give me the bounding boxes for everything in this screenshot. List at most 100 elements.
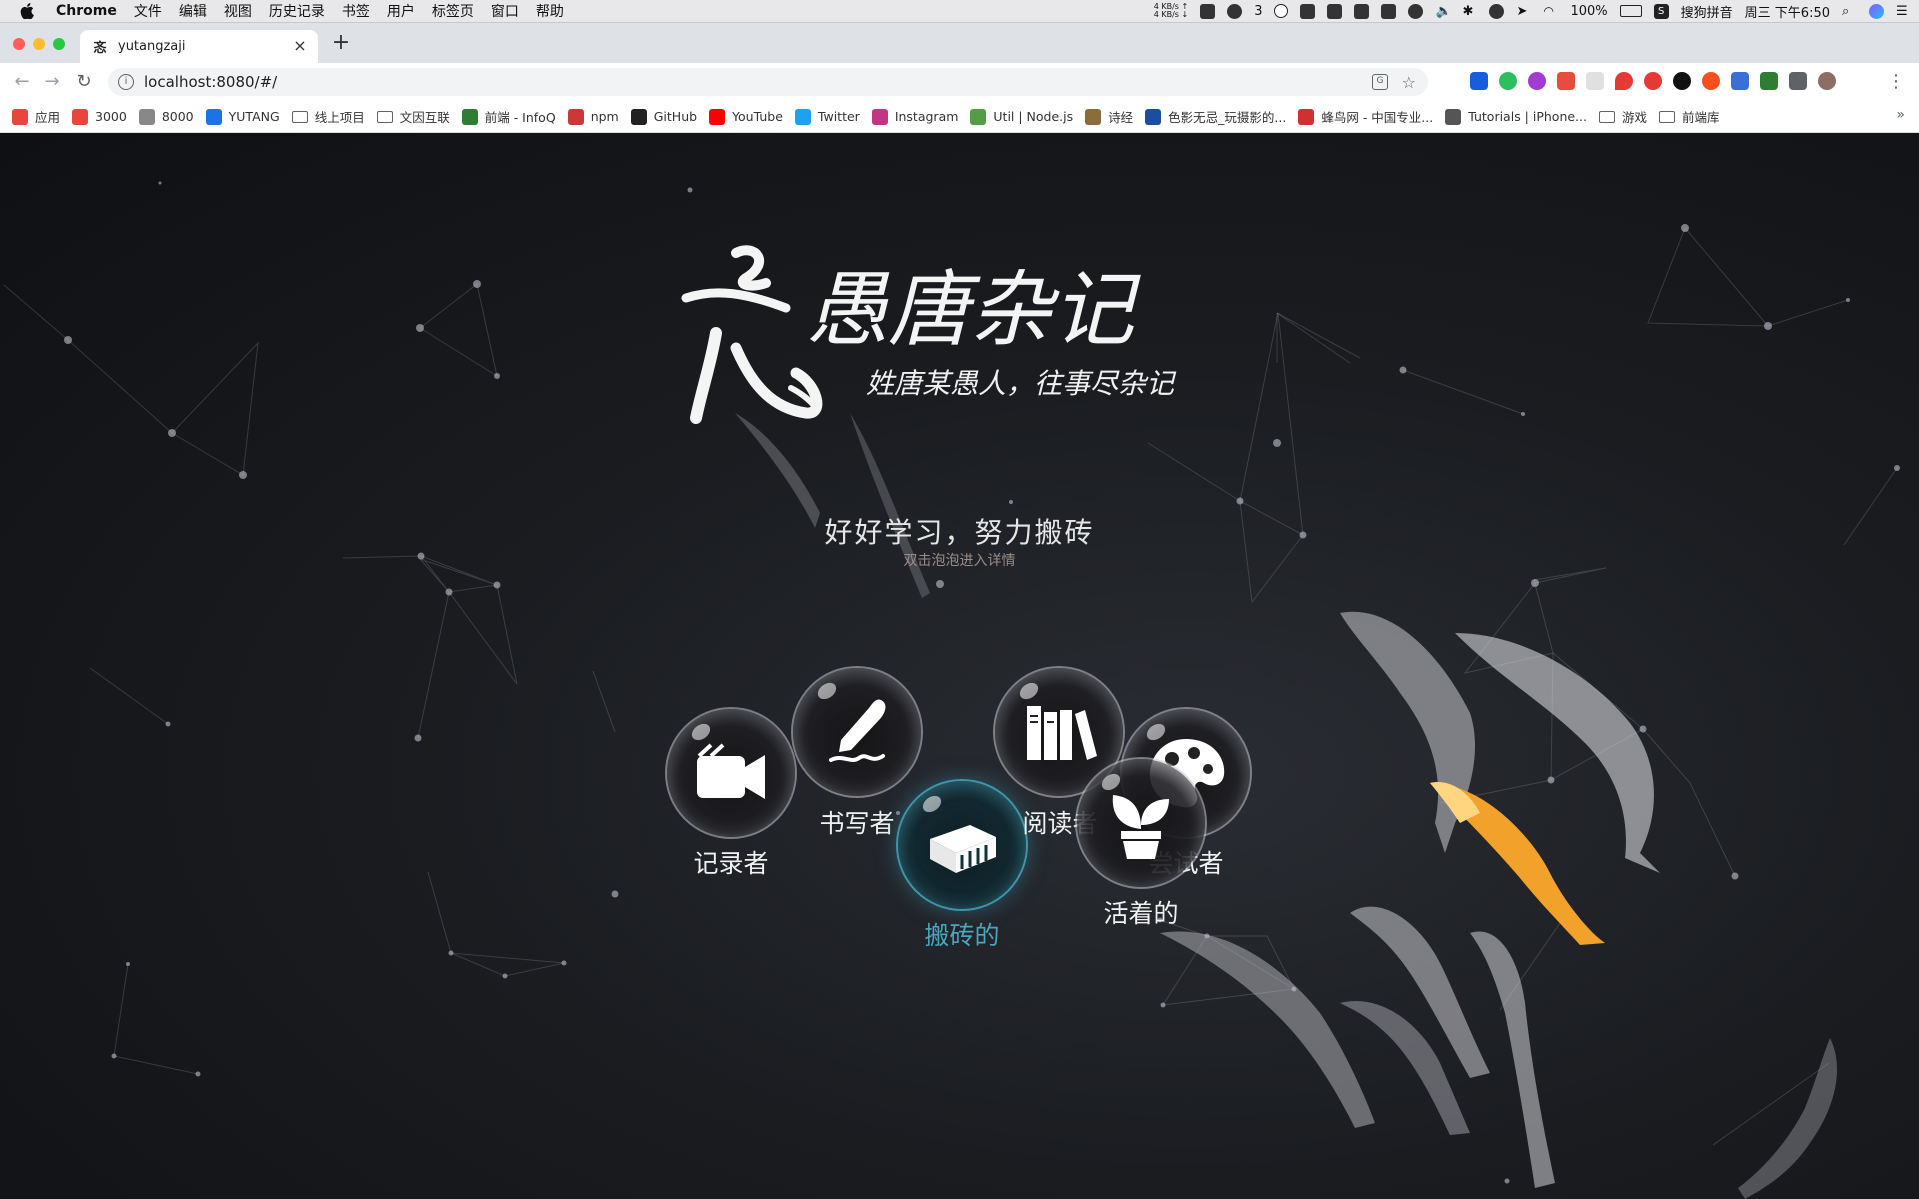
evernote-extension-icon[interactable]	[1499, 72, 1517, 90]
forward-arrow-icon[interactable]: →	[42, 72, 62, 92]
bookmark-item[interactable]: YUTANG	[205, 108, 280, 125]
menu-edit[interactable]: 编辑	[179, 1, 207, 21]
apple-menu-icon[interactable]	[18, 2, 36, 20]
window-extension-icon[interactable]	[1731, 72, 1749, 90]
input-method-label[interactable]: 搜狗拼音	[1681, 2, 1733, 21]
grid-extension-icon[interactable]	[1557, 72, 1575, 90]
macos-menu-bar: Chrome 文件 编辑 视图 历史记录 书签 用户 标签页 窗口 帮助 4 K…	[0, 0, 1919, 23]
chrome-menu-icon[interactable]: ⋮	[1887, 71, 1905, 92]
bluetooth-icon[interactable]: ✱	[1462, 4, 1477, 19]
menu-tabs[interactable]: 标签页	[432, 1, 474, 21]
profile-avatar[interactable]	[1818, 72, 1836, 90]
bookmark-item[interactable]: GitHub	[630, 108, 697, 125]
bitwarden-extension-icon[interactable]	[1470, 72, 1488, 90]
reload-icon[interactable]: ↻	[74, 72, 94, 92]
bookmark-star-icon[interactable]: ☆	[1402, 73, 1416, 92]
menu-window[interactable]: 窗口	[491, 1, 519, 21]
bookmark-item[interactable]: npm	[567, 108, 619, 125]
net-down: 4 KB/s ↓	[1153, 10, 1189, 19]
input-method-icon[interactable]: S	[1653, 3, 1669, 19]
volume-icon[interactable]: 🔈	[1435, 4, 1451, 19]
menu-bookmarks[interactable]: 书签	[342, 1, 370, 21]
nodejs-icon	[970, 108, 987, 125]
tab-yutangzaji[interactable]: 忞 yutangzaji ×	[80, 30, 318, 63]
notification-center-icon[interactable]: ☰	[1896, 4, 1911, 19]
menu-view[interactable]: 视图	[224, 1, 252, 21]
new-tab-button[interactable]: +	[330, 32, 352, 55]
menu-app-name[interactable]: Chrome	[56, 3, 117, 19]
site-logo: 愚唐杂记 姓唐某愚人，往事尽杂记	[676, 233, 1276, 457]
cup-icon[interactable]	[1408, 3, 1424, 19]
infoq-icon	[461, 108, 478, 125]
tray-app-icon[interactable]	[1200, 3, 1216, 19]
bubble-brick[interactable]	[898, 781, 1026, 909]
apps-grid-icon	[12, 108, 28, 125]
bubble-recorder[interactable]	[667, 709, 795, 837]
bookmark-item[interactable]: 游戏	[1598, 107, 1647, 126]
location-extension-icon[interactable]	[1615, 72, 1633, 90]
docker-icon[interactable]	[1300, 3, 1316, 19]
bookmark-label: 应用	[35, 110, 61, 125]
back-arrow-icon[interactable]: ←	[12, 72, 32, 92]
bookmark-item[interactable]: Tutorials | iPhone...	[1445, 108, 1587, 125]
close-tab-icon[interactable]: ×	[292, 38, 308, 54]
puzzle-extensions-icon[interactable]	[1789, 72, 1807, 90]
battery-icon[interactable]	[1619, 5, 1642, 17]
bookmark-item[interactable]: 诗经	[1085, 107, 1133, 126]
bookmark-item[interactable]: YouTube	[709, 108, 783, 125]
bookmark-item[interactable]: 3000	[72, 108, 127, 125]
bookmark-label: Tutorials | iPhone...	[1468, 109, 1587, 124]
bookmark-item[interactable]: 色影无忌_玩摄影的...	[1145, 107, 1286, 126]
menu-user[interactable]: 用户	[387, 1, 415, 21]
share-extension-icon[interactable]	[1702, 72, 1720, 90]
zoom-window-button[interactable]	[53, 38, 65, 50]
dsm-icon	[205, 108, 222, 125]
bookmark-item[interactable]: 应用	[12, 107, 60, 126]
refresh-extension-icon[interactable]	[1644, 72, 1662, 90]
tray-box-icon[interactable]	[1381, 3, 1397, 19]
bookmark-item[interactable]: Instagram	[871, 108, 958, 125]
double-click-hint: 双击泡泡进入详情	[903, 553, 1016, 569]
bubble-label-recorder[interactable]: 记录者	[651, 844, 811, 880]
grid-app-icon[interactable]	[1354, 3, 1370, 19]
siri-icon[interactable]	[1869, 3, 1884, 19]
tab-strip: 忞 yutangzaji × +	[0, 23, 1919, 63]
bookmark-item[interactable]: 8000	[138, 108, 194, 125]
spotlight-search-icon[interactable]: ⌕	[1842, 4, 1857, 19]
clock[interactable]: 周三 下午6:50	[1745, 2, 1830, 21]
bookmark-item[interactable]: Twitter	[794, 108, 860, 125]
translate-icon[interactable]: G	[1372, 74, 1388, 90]
bookmark-item[interactable]: Util | Node.js	[970, 108, 1073, 125]
bubble-label-living[interactable]: 活着的	[1061, 894, 1221, 930]
bell-icon[interactable]	[1327, 3, 1343, 19]
bubble-living[interactable]	[1077, 759, 1205, 887]
bookmark-item[interactable]: 前端库	[1659, 107, 1720, 126]
send-icon[interactable]: ➤	[1516, 4, 1531, 19]
bubble-writer[interactable]	[793, 668, 921, 796]
address-bar[interactable]: i localhost:8080/#/ G ☆	[108, 68, 1428, 96]
bookmark-item[interactable]: 前端 - InfoQ	[461, 107, 556, 126]
bookmarks-bar: 应用 3000 8000 YUTANG 线上项目 文因互联 前端 - InfoQ npm Git…	[0, 101, 1919, 133]
site-info-icon[interactable]: i	[118, 74, 134, 90]
bubble-label-brick[interactable]: 搬砖的	[882, 916, 1042, 952]
logo-calligraphy: 愚唐杂记 姓唐某愚人，往事尽杂记	[681, 245, 1177, 424]
minimize-window-button[interactable]	[33, 38, 45, 50]
blank-extension-icon[interactable]	[1586, 72, 1604, 90]
bookmark-item[interactable]: 线上项目	[291, 107, 365, 126]
bookmark-item[interactable]: 文因互联	[376, 107, 450, 126]
headline: 好好学习，努力搬砖	[824, 516, 1095, 549]
bookmark-item[interactable]: 蜂鸟网 - 中国专业...	[1298, 107, 1433, 126]
wifi-icon[interactable]: ◠	[1543, 4, 1558, 19]
menu-file[interactable]: 文件	[134, 1, 162, 21]
wechat-icon[interactable]	[1227, 3, 1243, 19]
close-window-button[interactable]	[13, 38, 25, 50]
edit-extension-icon[interactable]	[1760, 72, 1778, 90]
qq-icon[interactable]	[1274, 4, 1289, 18]
purple-extension-icon[interactable]	[1528, 72, 1546, 90]
menu-history[interactable]: 历史记录	[269, 1, 325, 21]
more-bookmarks-icon[interactable]: »	[1896, 107, 1905, 123]
key-extension-icon[interactable]	[1673, 72, 1691, 90]
tray-circle-icon[interactable]	[1489, 3, 1505, 19]
menu-help[interactable]: 帮助	[536, 1, 564, 21]
url-text[interactable]: localhost:8080/#/	[144, 73, 277, 91]
